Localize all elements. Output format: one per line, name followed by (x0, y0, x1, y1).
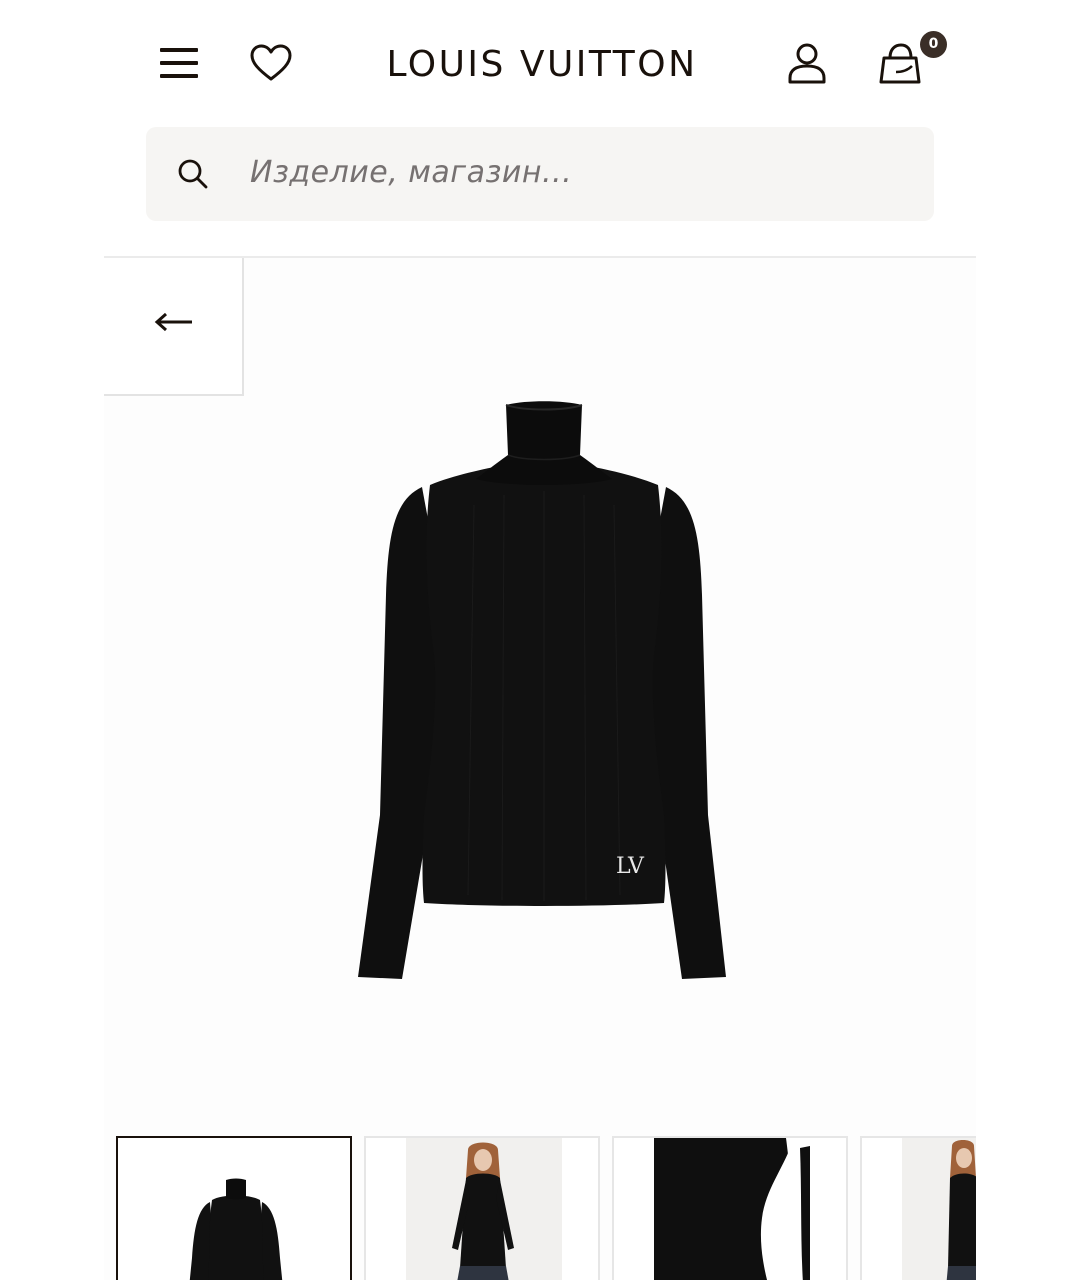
product-page: LOUIS VUITTON 0 Изделие, магазин... LV (104, 0, 976, 1280)
thumbnail-sleeve-detail[interactable] (612, 1136, 848, 1280)
thumbnail-model-side-view[interactable] (860, 1136, 976, 1280)
bag-count-badge: 0 (920, 31, 947, 58)
search-placeholder: Изделие, магазин... (250, 155, 573, 190)
svg-text:LV: LV (616, 854, 645, 879)
shopping-bag-icon[interactable] (878, 42, 922, 86)
arrow-left-icon (154, 312, 192, 332)
search-input[interactable]: Изделие, магазин... (146, 127, 934, 221)
thumbnail-model-full-view[interactable] (364, 1136, 600, 1280)
thumbnail-sweater-front[interactable] (116, 1136, 352, 1280)
thumbnail-gallery (104, 1136, 976, 1280)
header: LOUIS VUITTON 0 Изделие, магазин... (104, 0, 976, 258)
account-icon[interactable] (786, 42, 828, 84)
brand-logo[interactable]: LOUIS VUITTON (104, 44, 976, 85)
product-main-image[interactable]: LV (344, 395, 744, 995)
back-button[interactable] (104, 258, 244, 396)
search-icon (178, 159, 208, 189)
